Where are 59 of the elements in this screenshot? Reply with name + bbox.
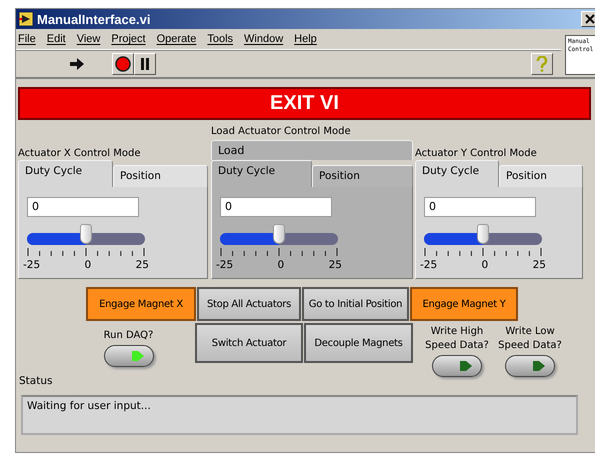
push-button[interactable]: Engage Magnet X (86, 287, 196, 321)
status-label: Status (19, 375, 52, 387)
stop-icon (115, 56, 131, 72)
push-button[interactable]: Decouple Magnets (304, 323, 413, 363)
scale-label: 25 (532, 259, 546, 271)
menu-item[interactable]: View (76, 33, 100, 45)
tab[interactable]: Position (499, 165, 583, 187)
menu-item[interactable]: Help (294, 33, 317, 45)
menu-item[interactable]: Tools (207, 33, 234, 45)
scale-label: 0 (278, 259, 284, 271)
tab[interactable]: Duty Cycle (18, 160, 113, 187)
tab[interactable]: Duty Cycle (415, 160, 499, 187)
scale-label: 25 (328, 259, 342, 271)
toggle-button[interactable] (432, 355, 482, 377)
slider-track[interactable] (424, 224, 542, 245)
menu-item[interactable]: Window (244, 33, 284, 45)
close-icon (585, 14, 595, 24)
pause-icon (140, 58, 150, 70)
toggle-label: Write High Speed Data? (424, 325, 490, 353)
tab-control-label: Actuator Y Control Mode (415, 148, 537, 159)
menu-item[interactable]: Project (111, 33, 146, 45)
scale-label: -25 (216, 259, 234, 271)
slider-thumb[interactable] (80, 224, 92, 244)
numeric-field[interactable]: 0 (27, 197, 139, 217)
pause-button[interactable] (134, 53, 156, 75)
toggle-button[interactable] (505, 355, 555, 377)
scale-label: 25 (136, 259, 149, 271)
toggle-button[interactable] (104, 345, 154, 367)
app-icon (19, 12, 33, 26)
tab[interactable]: Position (113, 165, 208, 187)
menu-item[interactable]: File (18, 33, 36, 45)
abort-button[interactable] (112, 53, 134, 75)
push-button[interactable]: Go to Initial Position (302, 287, 409, 321)
scale-label: -25 (420, 259, 438, 271)
tab-control-label: Load Actuator Control Mode (211, 126, 351, 137)
toggle-label: Run DAQ? (104, 329, 154, 343)
tab-control-label: Actuator X Control Mode (18, 148, 140, 159)
help-button[interactable] (531, 53, 553, 75)
menu-item[interactable]: Edit (46, 33, 66, 45)
close-button[interactable] (581, 11, 595, 27)
push-button[interactable]: Switch Actuator (195, 323, 303, 363)
slider-track[interactable] (27, 224, 145, 245)
push-button[interactable]: Engage Magnet Y (410, 287, 518, 321)
menu-item[interactable]: Operate (156, 33, 196, 45)
exit-button[interactable]: EXIT VI (18, 87, 591, 120)
arrow-icon (69, 58, 85, 70)
toggle-label: Write Low Speed Data? (497, 325, 563, 353)
slider-thumb[interactable] (477, 224, 489, 244)
play-icon (532, 360, 546, 372)
numeric-field[interactable]: 0 (424, 197, 536, 217)
play-icon (130, 350, 144, 362)
push-button[interactable]: Stop All Actuators (197, 287, 301, 321)
question-mark-icon (536, 56, 548, 72)
play-icon (459, 360, 473, 372)
scale-label: 0 (482, 259, 488, 271)
status-field: Waiting for user input... (21, 395, 578, 435)
scale-label: 0 (84, 259, 92, 271)
window-title: ManualInterface.vi (37, 12, 150, 26)
scale-label: -25 (23, 259, 40, 271)
